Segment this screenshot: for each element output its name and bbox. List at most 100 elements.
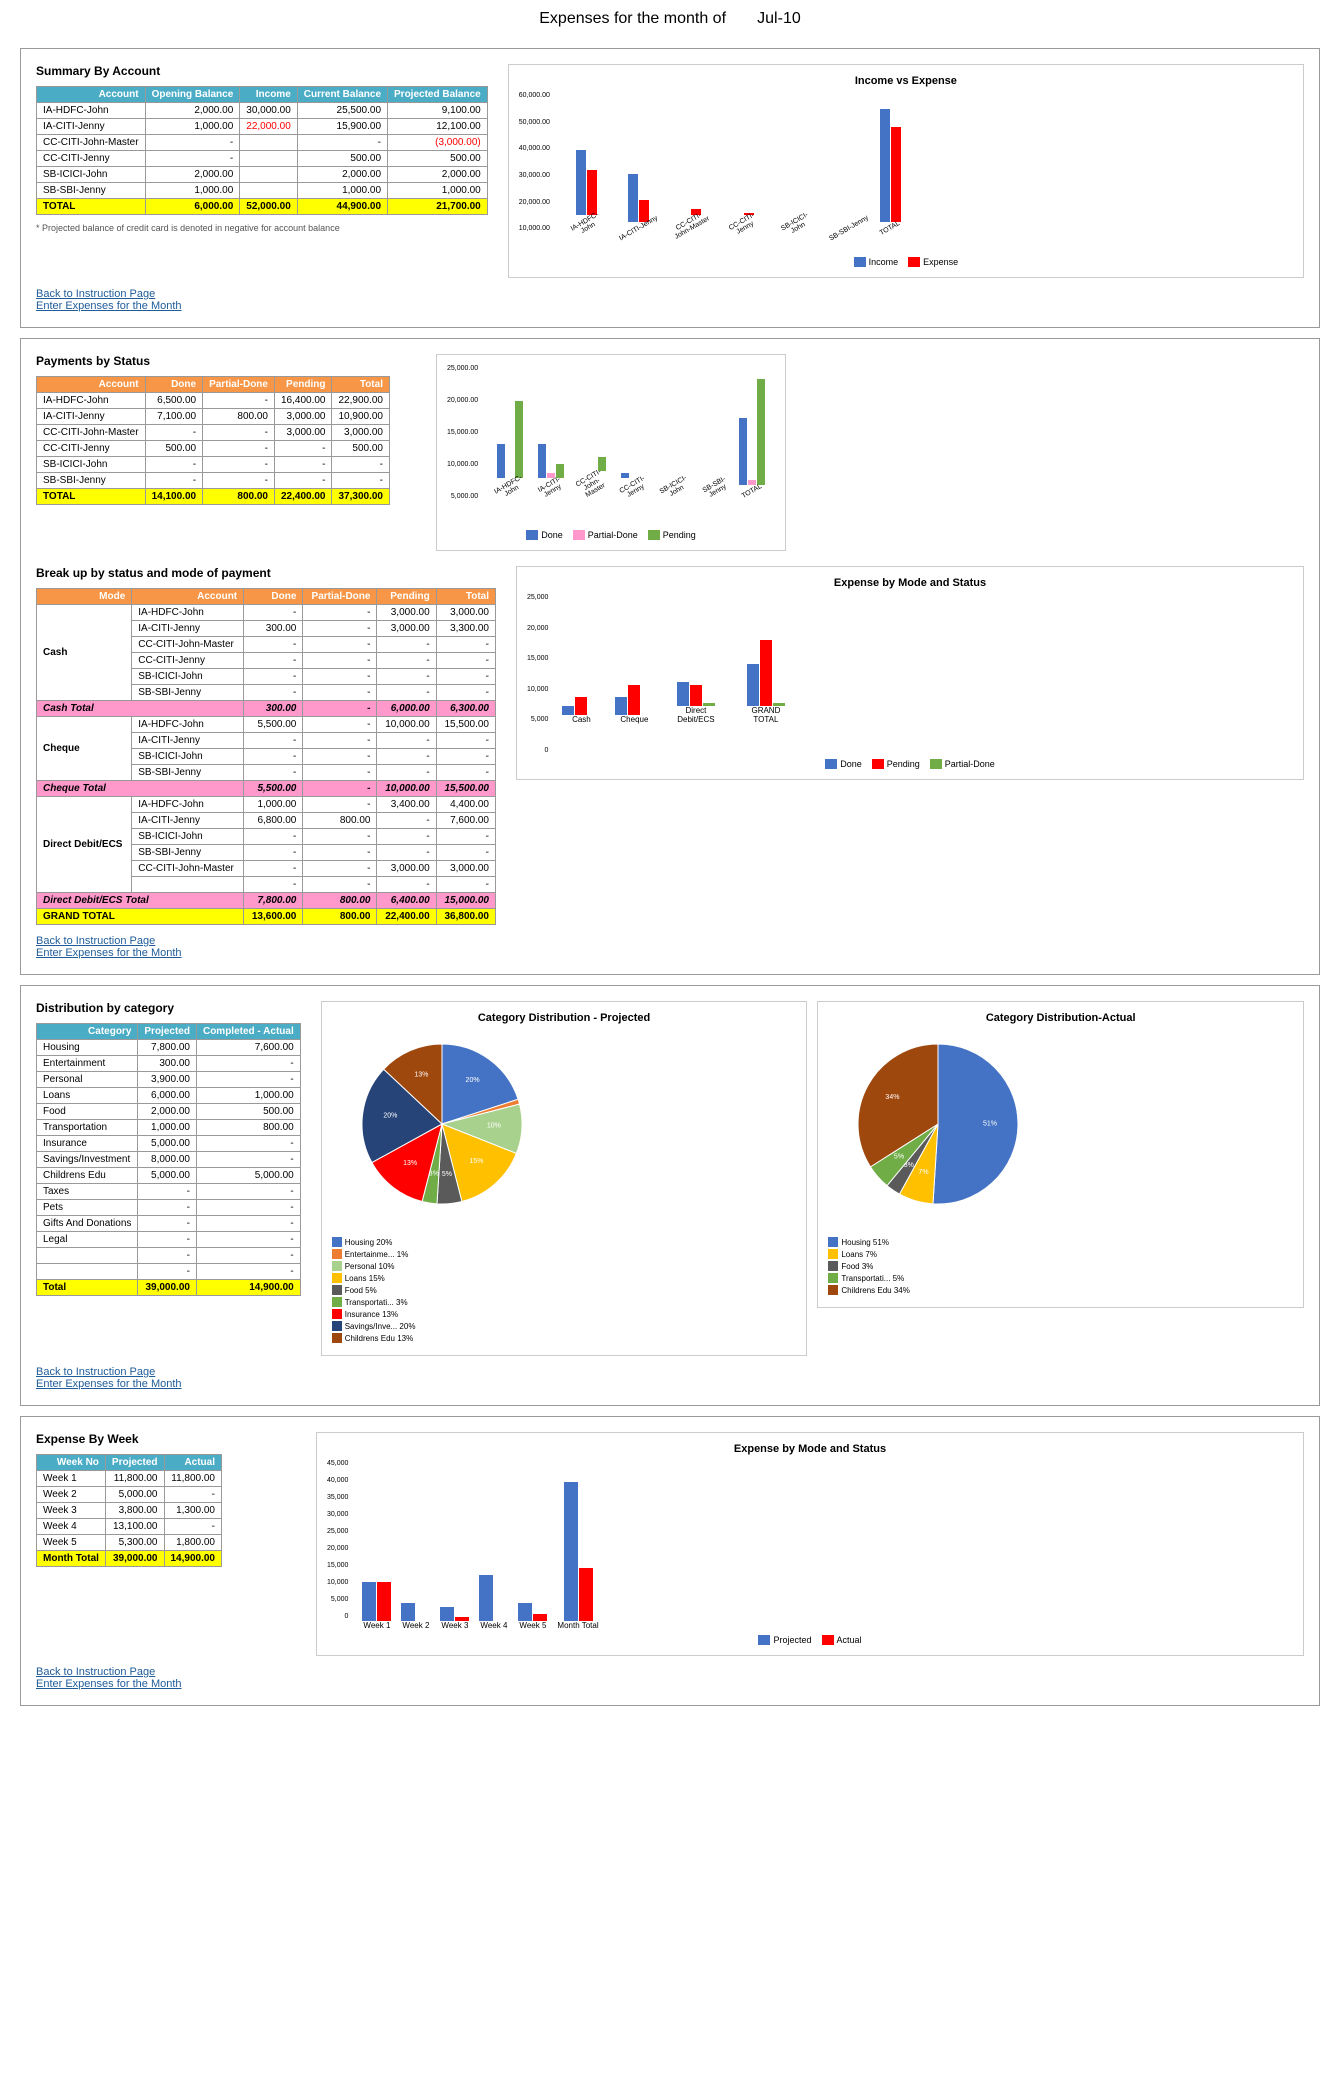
pay-col-account: Account — [37, 377, 146, 393]
expense-mode-status-chart: Expense by Mode and Status 25,00020,0001… — [516, 566, 1304, 780]
svg-text:20%: 20% — [383, 1112, 397, 1119]
pie-actual-title: Category Distribution-Actual — [828, 1012, 1293, 1024]
summary-projected: 500.00 — [388, 151, 488, 167]
svg-text:13%: 13% — [403, 1160, 417, 1167]
summary-income — [240, 167, 298, 183]
page-title: Expenses for the month of Jul-10 — [0, 0, 1340, 38]
payments-chart-area: 25,000.0020,000.0015,000.0010,000.005,00… — [436, 354, 1304, 551]
summary-projected: 9,100.00 — [388, 103, 488, 119]
payments-table-area: Payments by Status Account Done Partial-… — [36, 354, 416, 551]
summary-chart-area: Income vs Expense 60,000.0050,000.0040,0… — [508, 64, 1304, 278]
category-title: Distribution by category — [36, 1001, 301, 1015]
summary-account: IA-CITI-Jenny — [37, 119, 146, 135]
weekly-table: Week No Projected Actual Week 1 11,800.0… — [36, 1454, 222, 1567]
summary-title: Summary By Account — [36, 64, 488, 78]
weekly-chart-area: Expense by Mode and Status 45,00040,0003… — [316, 1432, 1304, 1656]
summary-current: 2,000.00 — [297, 167, 387, 183]
col-current: Current Balance — [297, 87, 387, 103]
section2-links: Back to Instruction Page Enter Expenses … — [36, 935, 1304, 959]
summary-income — [240, 135, 298, 151]
payments-status-chart: 25,000.0020,000.0015,000.0010,000.005,00… — [436, 354, 786, 551]
payments-table: Account Done Partial-Done Pending Total … — [36, 376, 390, 505]
enter-expenses-link-1[interactable]: Enter Expenses for the Month — [36, 300, 1304, 312]
svg-text:10%: 10% — [487, 1122, 501, 1129]
svg-text:5%: 5% — [894, 1153, 904, 1160]
summary-current: - — [297, 135, 387, 151]
svg-text:51%: 51% — [983, 1121, 997, 1128]
income-expense-chart: Income vs Expense 60,000.0050,000.0040,0… — [508, 64, 1304, 278]
summary-account: SB-ICICI-John — [37, 167, 146, 183]
breakdown-table: Mode Account Done Partial-Done Pending T… — [36, 588, 496, 925]
col-account: Account — [37, 87, 146, 103]
summary-account: CC-CITI-John-Master — [37, 135, 146, 151]
svg-text:5%: 5% — [442, 1171, 452, 1178]
enter-expenses-link-3[interactable]: Enter Expenses for the Month — [36, 1378, 1304, 1390]
section4-links: Back to Instruction Page Enter Expenses … — [36, 1666, 1304, 1690]
category-table-area: Distribution by category Category Projec… — [36, 1001, 301, 1356]
summary-table: Account Opening Balance Income Current B… — [36, 86, 488, 215]
svg-text:7%: 7% — [919, 1169, 929, 1176]
breakdown-area: Break up by status and mode of payment M… — [36, 566, 496, 925]
weekly-title: Expense By Week — [36, 1432, 296, 1446]
summary-projected: (3,000.00) — [388, 135, 488, 151]
section-category: Distribution by category Category Projec… — [20, 985, 1320, 1406]
breakdown-title: Break up by status and mode of payment — [36, 566, 496, 580]
category-table: Category Projected Completed - Actual Ho… — [36, 1023, 301, 1296]
col-projected: Projected Balance — [388, 87, 488, 103]
summary-opening: 1,000.00 — [145, 119, 240, 135]
section3-links: Back to Instruction Page Enter Expenses … — [36, 1366, 1304, 1390]
pay-col-total: Total — [332, 377, 390, 393]
pie-actual-area: Category Distribution-Actual 51%7%3%5%34… — [817, 1001, 1304, 1356]
summary-account: CC-CITI-Jenny — [37, 151, 146, 167]
summary-table-area: Summary By Account Account Opening Balan… — [36, 64, 488, 278]
svg-text:34%: 34% — [886, 1094, 900, 1101]
enter-expenses-link-2[interactable]: Enter Expenses for the Month — [36, 947, 1304, 959]
section-weekly: Expense By Week Week No Projected Actual… — [20, 1416, 1320, 1706]
chart2-title: Expense by Mode and Status — [527, 577, 1293, 589]
section-payments: Payments by Status Account Done Partial-… — [20, 338, 1320, 975]
summary-account: SB-SBI-Jenny — [37, 183, 146, 199]
weekly-table-area: Expense By Week Week No Projected Actual… — [36, 1432, 296, 1656]
svg-text:20%: 20% — [465, 1077, 479, 1084]
svg-text:15%: 15% — [469, 1158, 483, 1165]
section1-links: Back to Instruction Page Enter Expenses … — [36, 288, 1304, 312]
summary-account: IA-HDFC-John — [37, 103, 146, 119]
summary-opening: - — [145, 151, 240, 167]
pie-projected-chart: Category Distribution - Projected 20% 10%… — [321, 1001, 808, 1356]
summary-current: 1,000.00 — [297, 183, 387, 199]
section-summary: Summary By Account Account Opening Balan… — [20, 48, 1320, 328]
pay-col-done: Done — [145, 377, 203, 393]
weekly-chart-title: Expense by Mode and Status — [327, 1443, 1293, 1455]
pie-projected-title: Category Distribution - Projected — [332, 1012, 797, 1024]
summary-total-label: TOTAL — [37, 199, 146, 215]
summary-projected: 1,000.00 — [388, 183, 488, 199]
summary-projected: 2,000.00 — [388, 167, 488, 183]
pay-col-pending: Pending — [274, 377, 332, 393]
pay-col-partial: Partial-Done — [203, 377, 275, 393]
summary-current: 15,900.00 — [297, 119, 387, 135]
summary-current: 500.00 — [297, 151, 387, 167]
summary-current: 25,500.00 — [297, 103, 387, 119]
summary-income — [240, 151, 298, 167]
summary-opening: 2,000.00 — [145, 103, 240, 119]
pie-projected-area: Category Distribution - Projected 20% 10%… — [321, 1001, 808, 1356]
chart-title-income-expense: Income vs Expense — [519, 75, 1293, 87]
summary-opening: 1,000.00 — [145, 183, 240, 199]
payments-title: Payments by Status — [36, 354, 416, 368]
back-instruction-link-4[interactable]: Back to Instruction Page — [36, 1666, 1304, 1678]
back-instruction-link-3[interactable]: Back to Instruction Page — [36, 1366, 1304, 1378]
col-opening: Opening Balance — [145, 87, 240, 103]
enter-expenses-link-4[interactable]: Enter Expenses for the Month — [36, 1678, 1304, 1690]
breakdown-chart-area: Expense by Mode and Status 25,00020,0001… — [516, 566, 1304, 925]
summary-opening: - — [145, 135, 240, 151]
summary-projected: 12,100.00 — [388, 119, 488, 135]
summary-opening: 2,000.00 — [145, 167, 240, 183]
pie-actual-chart: Category Distribution-Actual 51%7%3%5%34… — [817, 1001, 1304, 1308]
category-charts-area: Category Distribution - Projected 20% 10%… — [321, 1001, 1304, 1356]
summary-income — [240, 183, 298, 199]
back-instruction-link-1[interactable]: Back to Instruction Page — [36, 288, 1304, 300]
summary-note: * Projected balance of credit card is de… — [36, 223, 488, 233]
summary-income: 30,000.00 — [240, 103, 298, 119]
back-instruction-link-2[interactable]: Back to Instruction Page — [36, 935, 1304, 947]
svg-text:13%: 13% — [414, 1071, 428, 1078]
